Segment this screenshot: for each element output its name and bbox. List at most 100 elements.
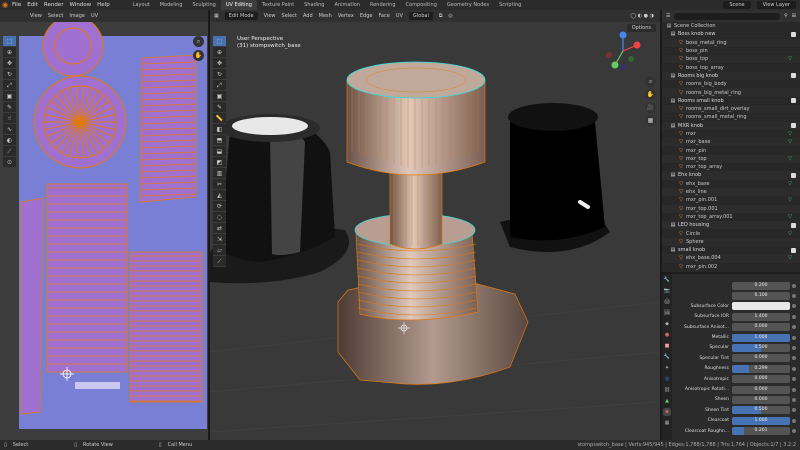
mesh-data-icon[interactable]: ▽ [788, 231, 792, 237]
sample-icon[interactable]: ⊙ [3, 157, 16, 168]
particles-tab-icon[interactable]: ✦ [663, 364, 671, 372]
property-slider[interactable]: 0.000 [732, 385, 790, 394]
pan-view-icon[interactable]: ✋ [645, 89, 656, 100]
physics-tab-icon[interactable]: ◎ [663, 375, 671, 383]
vp-menu-uv[interactable]: UV [396, 13, 403, 19]
vp-shrink-icon[interactable]: ⇲ [213, 234, 226, 245]
transform-icon[interactable]: ▣ [3, 91, 16, 102]
vp-menu-mesh[interactable]: Mesh [319, 13, 332, 19]
stompswitch-mesh[interactable] [337, 61, 529, 385]
shading-icons[interactable]: ◯ ◐ ● ◑ [631, 13, 654, 19]
blender-logo-icon[interactable]: ◉ [0, 0, 10, 10]
tab-layout[interactable]: Layout [128, 0, 155, 10]
texture-tab-icon[interactable]: ▦ [663, 419, 671, 427]
outliner-collection-row[interactable]: ▤ Rooms big knob [662, 71, 800, 81]
exclude-checkbox[interactable] [791, 222, 796, 228]
editor-type-icon[interactable]: ▦ [214, 13, 219, 19]
black-knob-left[interactable] [210, 114, 350, 284]
property-slider[interactable]: 0.000 [732, 354, 790, 363]
vp-scale-icon[interactable]: ⤢ [213, 80, 226, 91]
vp-rotate-icon[interactable]: ↻ [213, 69, 226, 80]
menu-edit[interactable]: Edit [27, 2, 38, 8]
property-slider[interactable]: 0.100 [732, 291, 790, 300]
outliner-object-row[interactable]: ▽ boss_top ▽ [662, 55, 800, 64]
outliner-object-row[interactable]: ▽ Sphere [662, 237, 800, 247]
vp-menu-select[interactable]: Select [282, 13, 297, 19]
exclude-checkbox[interactable] [791, 31, 796, 37]
outliner-object-row[interactable]: ▽ mxr_base ▽ [662, 138, 800, 147]
uv-menu-uv[interactable]: UV [91, 13, 98, 19]
exclude-checkbox[interactable] [791, 98, 796, 104]
outliner-object-row[interactable]: ▽ boss_metal_ring [662, 38, 800, 47]
outliner-object-row[interactable]: ▽ ehx_base ▽ [662, 180, 800, 188]
property-slider[interactable]: 1.000 [732, 333, 790, 342]
tab-shading[interactable]: Shading [299, 0, 329, 10]
scale-icon[interactable]: ⤢ [3, 80, 16, 91]
keyframe-dot-icon[interactable] [792, 377, 796, 382]
data-tab-icon[interactable]: ▲ [663, 397, 671, 405]
outliner-object-row[interactable]: ▽ mxr_pin.002 [662, 263, 800, 271]
vp-move-icon[interactable]: ✥ [213, 58, 226, 69]
material-tab-icon[interactable]: ◉ [663, 408, 671, 416]
keyframe-dot-icon[interactable] [792, 293, 796, 298]
uv-pan-icon[interactable]: ✋ [193, 50, 204, 61]
mesh-data-icon[interactable]: ▽ [788, 197, 792, 203]
outliner-object-row[interactable]: ▽ rooms_big_metal_ring [662, 88, 800, 97]
select-box-icon[interactable]: ⬚ [3, 36, 16, 47]
outliner-object-row[interactable]: ▽ mxr_pin [662, 146, 800, 154]
keyframe-dot-icon[interactable] [792, 418, 796, 423]
keyframe-dot-icon[interactable] [792, 314, 796, 319]
vp-select-box-icon[interactable]: ⬚ [213, 36, 226, 47]
mode-dropdown[interactable]: Edit Mode [224, 12, 258, 20]
keyframe-dot-icon[interactable] [792, 429, 796, 434]
outliner-object-row[interactable]: ▽ rooms_small_metal_ring [662, 113, 800, 121]
property-slider[interactable]: 0.500 [732, 343, 790, 352]
property-slider[interactable]: 0.000 [732, 375, 790, 384]
vp-extrude-icon[interactable]: ⬒ [213, 135, 226, 146]
mesh-data-icon[interactable]: ▽ [788, 214, 792, 220]
mesh-data-icon[interactable]: ▽ [788, 181, 792, 187]
vp-knife-icon[interactable]: ✂ [213, 179, 226, 190]
navigation-gizmo[interactable] [603, 31, 643, 71]
vp-spin-icon[interactable]: ⟳ [213, 201, 226, 212]
keyframe-dot-icon[interactable] [792, 408, 796, 413]
mesh-data-icon[interactable]: ▽ [788, 139, 792, 145]
grab-icon[interactable]: ☝ [3, 113, 16, 124]
outliner-collection-row[interactable]: ▤ small knob [662, 246, 800, 254]
menu-render[interactable]: Render [44, 2, 64, 8]
3d-viewport[interactable]: User Perspective (31) stompswitch_base O… [210, 22, 660, 440]
uv-menu-select[interactable]: Select [48, 13, 63, 19]
rotate-icon[interactable]: ↻ [3, 69, 16, 80]
vp-rip-icon[interactable]: ⟋ [213, 256, 226, 267]
mesh-data-icon[interactable]: ▽ [788, 131, 792, 137]
tool-tab-icon[interactable]: 🔧 [663, 276, 671, 284]
property-slider[interactable]: 0.299 [732, 364, 790, 373]
vp-measure-icon[interactable]: 📏 [213, 113, 226, 124]
property-slider[interactable]: 0.000 [732, 323, 790, 332]
keyframe-dot-icon[interactable] [792, 325, 796, 330]
outliner-object-row[interactable]: ▽ mxr ▽ [662, 130, 800, 138]
outliner-collection-row[interactable]: ▤ Rooms small knob [662, 97, 800, 105]
scene-tab-icon[interactable]: ◆ [663, 320, 671, 328]
vp-annotate-icon[interactable]: ✎ [213, 102, 226, 113]
exclude-checkbox[interactable] [791, 123, 796, 129]
vp-smooth-icon[interactable]: ◌ [213, 212, 226, 223]
uv-menu-image[interactable]: Image [69, 13, 85, 19]
mesh-data-icon[interactable]: ▽ [788, 255, 792, 261]
outliner-collection-row[interactable]: ▤ MXR knob [662, 121, 800, 130]
outliner-object-row[interactable]: ▽ mxr_top_array.001 ▽ [662, 213, 800, 221]
rip-icon[interactable]: ⟋ [3, 146, 16, 157]
uv-menu-view[interactable]: View [30, 13, 42, 19]
annotate-icon[interactable]: ✎ [3, 102, 16, 113]
keyframe-dot-icon[interactable] [792, 356, 796, 361]
cursor-icon[interactable]: ⊕ [3, 47, 16, 58]
object-tab-icon[interactable]: ■ [663, 342, 671, 350]
vp-bevel-icon[interactable]: ◩ [213, 157, 226, 168]
menu-window[interactable]: Window [69, 2, 91, 8]
keyframe-dot-icon[interactable] [792, 335, 796, 340]
snap-icon[interactable]: ⧉ [439, 13, 443, 19]
property-slider[interactable]: 0.200 [732, 281, 790, 290]
black-knob-right[interactable] [500, 103, 610, 252]
outliner-object-row[interactable]: ▽ rooms_big_body [662, 80, 800, 88]
scene-collection-row[interactable]: ▤ Scene Collection [662, 22, 800, 30]
